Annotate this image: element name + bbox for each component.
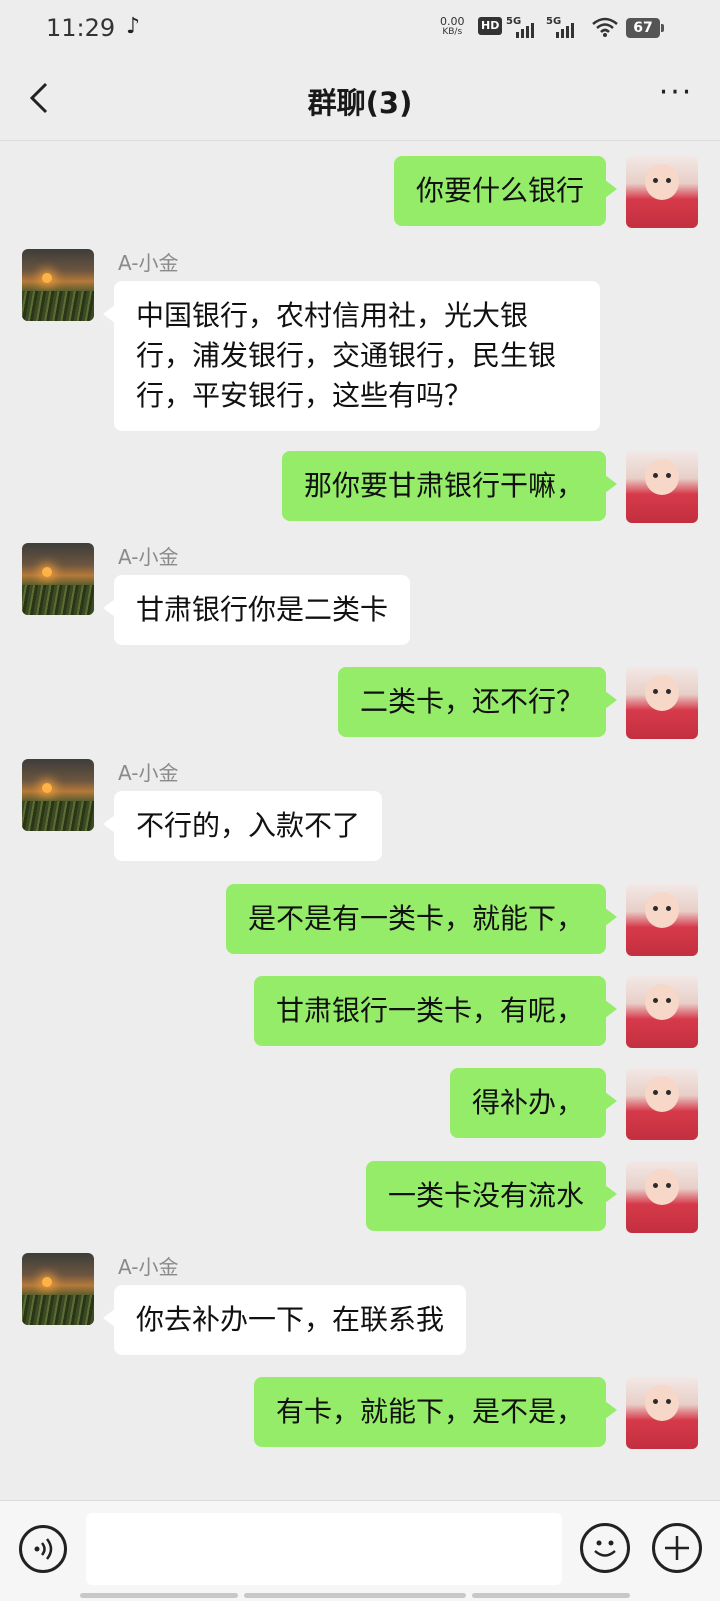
gesture-bar xyxy=(472,1593,630,1598)
status-bar: 11:29 ♪ 0.00 KB/s HD 5G 5G 67 xyxy=(0,0,720,56)
sender-name: A-小金 xyxy=(118,1255,179,1279)
voice-icon xyxy=(34,1538,53,1560)
avatar[interactable] xyxy=(22,249,94,321)
emoji-button[interactable] xyxy=(580,1523,630,1573)
avatar[interactable] xyxy=(22,543,94,615)
avatar[interactable] xyxy=(626,976,698,1048)
more-functions-button[interactable] xyxy=(652,1523,702,1573)
signal-icon: 5G xyxy=(546,16,582,38)
voice-button[interactable] xyxy=(19,1525,67,1573)
message-bubble[interactable]: 二类卡，还不行？ xyxy=(337,667,618,737)
avatar[interactable] xyxy=(22,759,94,831)
wifi-icon xyxy=(592,17,618,37)
gesture-bar xyxy=(80,1593,238,1598)
avatar[interactable] xyxy=(626,451,698,523)
message-bubble[interactable]: 那你要甘肃银行干嘛， xyxy=(281,451,618,521)
message-bubble[interactable]: 得补办， xyxy=(449,1068,618,1138)
avatar[interactable] xyxy=(626,1377,698,1449)
more-dots-icon: ··· xyxy=(658,75,694,110)
avatar[interactable] xyxy=(626,1068,698,1140)
page-title: 群聊(3) xyxy=(307,86,413,120)
sender-name: A-小金 xyxy=(118,251,179,275)
avatar[interactable] xyxy=(626,1161,698,1233)
message-bubble[interactable]: 你要什么银行 xyxy=(393,156,618,226)
sender-name: A-小金 xyxy=(118,545,179,569)
tiktok-icon: ♪ xyxy=(126,14,141,39)
message-bubble[interactable]: 中国银行，农村信用社，光大银行，浦发银行，交通银行，民生银行，平安银行，这些有吗… xyxy=(103,281,600,431)
avatar[interactable] xyxy=(22,1253,94,1325)
plus-icon xyxy=(665,1536,689,1560)
network-speed: 0.00 KB/s xyxy=(440,15,465,37)
input-bar xyxy=(0,1500,720,1601)
chat-header: 群聊(3) ··· xyxy=(0,56,720,141)
avatar[interactable] xyxy=(626,884,698,956)
avatar[interactable] xyxy=(626,156,698,228)
message-bubble[interactable]: 一类卡没有流水 xyxy=(365,1161,618,1231)
message-bubble[interactable]: 你去补办一下，在联系我 xyxy=(102,1285,467,1355)
message-bubble[interactable]: 不行的，入款不了 xyxy=(102,791,383,861)
more-button[interactable]: ··· xyxy=(654,78,698,114)
sender-name: A-小金 xyxy=(118,761,179,785)
message-bubble[interactable]: 有卡，就能下，是不是， xyxy=(253,1377,618,1447)
message-bubble[interactable]: 甘肃银行一类卡，有呢， xyxy=(253,976,618,1046)
status-time: 11:29 xyxy=(46,14,116,42)
signal-icon: 5G xyxy=(506,16,542,38)
message-input[interactable] xyxy=(86,1513,562,1585)
gesture-bar xyxy=(244,1593,466,1598)
emoji-icon xyxy=(594,1540,616,1557)
message-bubble[interactable]: 甘肃银行你是二类卡 xyxy=(102,575,411,645)
hd-icon: HD xyxy=(478,17,503,35)
avatar[interactable] xyxy=(626,667,698,739)
battery-icon: 67 xyxy=(626,18,664,38)
message-list[interactable]: 你要什么银行 A-小金 中国银行，农村信用社，光大银行，浦发银行，交通银行，民生… xyxy=(0,141,720,1501)
message-bubble[interactable]: 是不是有一类卡，就能下， xyxy=(225,884,618,954)
